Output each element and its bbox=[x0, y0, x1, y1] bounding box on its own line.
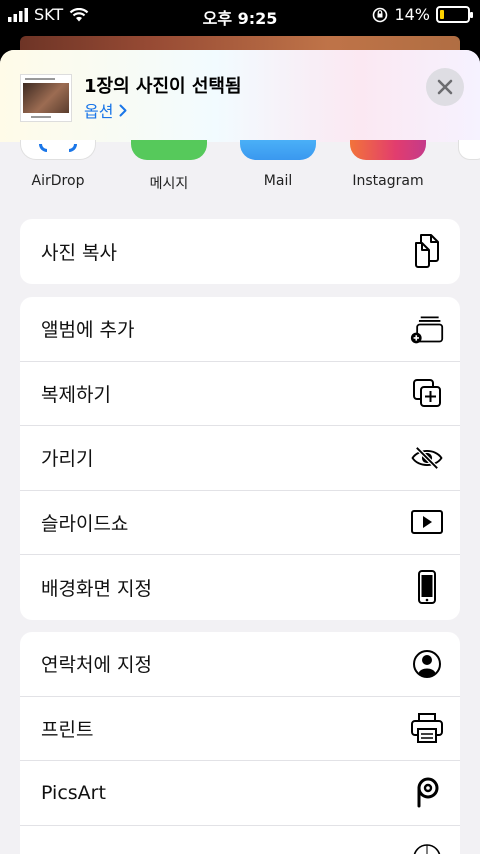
action-duplicate[interactable]: 복제하기 bbox=[20, 362, 460, 426]
action-label: 복제하기 bbox=[41, 383, 111, 406]
photo-thumbnail bbox=[20, 74, 72, 122]
orientation-lock-icon bbox=[373, 7, 388, 22]
printer-icon bbox=[410, 711, 444, 745]
slideshow-icon bbox=[410, 505, 444, 539]
share-sheet: 1장의 사진이 선택됨 옵션 AirDrop 메시지 Mail Instagra bbox=[0, 50, 480, 854]
action-copy-photo[interactable]: 사진 복사 bbox=[20, 219, 460, 284]
chevron-right-icon bbox=[119, 104, 127, 116]
options-label: 옵션 bbox=[84, 102, 114, 121]
action-picsart[interactable]: PicsArt bbox=[20, 761, 460, 826]
battery-level bbox=[440, 10, 444, 19]
app-label: Mail bbox=[263, 173, 293, 189]
share-header: 1장의 사진이 선택됨 옵션 bbox=[0, 50, 480, 142]
action-group-photo: 앨범에 추가 복제하기 가리기 슬라이드쇼 배경화면 지정 bbox=[20, 297, 460, 620]
action-label: 프린트 bbox=[41, 718, 94, 741]
action-group-more: 연락처에 지정 프린트 PicsArt bbox=[20, 632, 460, 854]
close-button[interactable] bbox=[426, 68, 464, 106]
app-label: Instagram bbox=[352, 173, 424, 189]
battery-percent: 14% bbox=[394, 5, 430, 24]
app-instagram[interactable]: Instagram bbox=[338, 140, 438, 189]
messages-icon bbox=[131, 140, 207, 160]
phone-icon bbox=[410, 570, 444, 605]
more-apps-icon[interactable] bbox=[458, 140, 480, 160]
copy-icon bbox=[410, 234, 444, 269]
instagram-icon bbox=[350, 140, 426, 160]
app-airdrop[interactable]: AirDrop bbox=[8, 140, 108, 189]
contact-icon bbox=[410, 647, 444, 681]
picsart-icon bbox=[410, 776, 444, 810]
hide-icon bbox=[410, 441, 444, 475]
app-label: 메시지 bbox=[149, 176, 189, 192]
action-label: 연락처에 지정 bbox=[41, 654, 152, 677]
battery-icon bbox=[436, 6, 473, 23]
action-next-partial[interactable] bbox=[20, 826, 460, 854]
app-mail[interactable]: Mail bbox=[228, 140, 328, 189]
action-set-wallpaper[interactable]: 배경화면 지정 bbox=[20, 555, 460, 620]
status-bar: SKT 오후 9:25 14% bbox=[0, 0, 480, 30]
options-button[interactable]: 옵션 bbox=[84, 98, 127, 122]
app-label: AirDrop bbox=[31, 173, 85, 189]
action-group-copy: 사진 복사 bbox=[20, 219, 460, 284]
action-label: 가리기 bbox=[41, 448, 94, 471]
action-add-to-album[interactable]: 앨범에 추가 bbox=[20, 297, 460, 362]
action-print[interactable]: 프린트 bbox=[20, 697, 460, 761]
app-messages[interactable]: 메시지 bbox=[119, 140, 219, 193]
action-label: 배경화면 지정 bbox=[41, 577, 152, 600]
action-label: 사진 복사 bbox=[41, 241, 117, 264]
selection-title: 1장의 사진이 선택됨 bbox=[84, 76, 242, 97]
action-hide[interactable]: 가리기 bbox=[20, 426, 460, 491]
action-label: 앨범에 추가 bbox=[41, 319, 135, 342]
add-album-icon bbox=[410, 312, 444, 346]
mail-icon bbox=[240, 140, 316, 160]
action-assign-contact[interactable]: 연락처에 지정 bbox=[20, 632, 460, 697]
close-icon bbox=[437, 79, 453, 95]
action-label: PicsArt bbox=[41, 781, 106, 804]
airdrop-icon bbox=[20, 140, 96, 160]
partial-icon bbox=[410, 841, 444, 854]
app-row: AirDrop 메시지 Mail Instagram bbox=[0, 140, 480, 194]
action-label: 슬라이드쇼 bbox=[41, 512, 129, 535]
action-slideshow[interactable]: 슬라이드쇼 bbox=[20, 491, 460, 555]
duplicate-icon bbox=[410, 376, 444, 410]
